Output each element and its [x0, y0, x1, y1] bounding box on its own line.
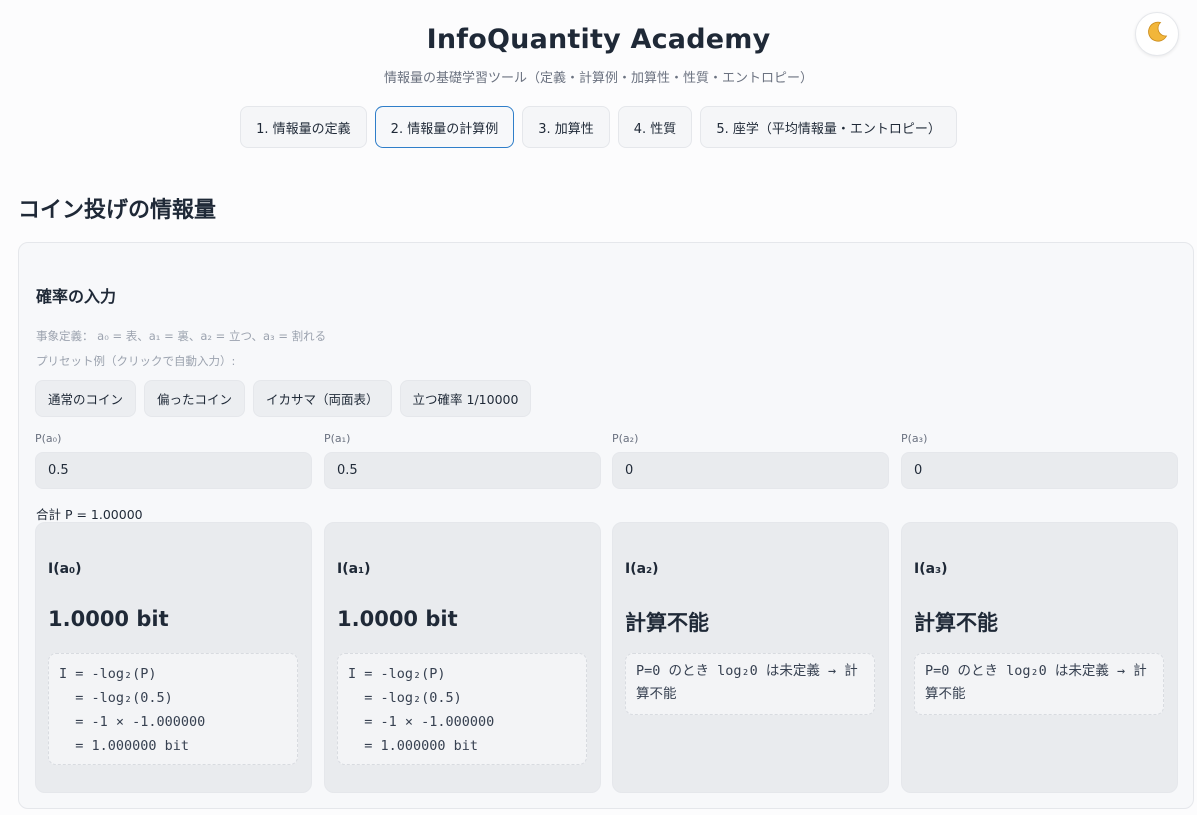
- probability-label-a2: P(a₂): [612, 432, 639, 445]
- section-title: コイン投げの情報量: [18, 198, 217, 223]
- tab-calculation-examples[interactable]: 2. 情報量の計算例: [374, 106, 515, 148]
- preset-list: 通常のコイン 偏ったコイン イカサマ（両面表） 立つ確率 1/10000: [35, 380, 532, 417]
- preset-stand-probability-button[interactable]: 立つ確率 1/10000: [399, 380, 532, 417]
- calculation-line: = -log₂(0.5): [348, 690, 462, 706]
- app-header: InfoQuantity Academy 情報量の基礎学習ツール（定義・計算例・…: [0, 0, 1197, 148]
- undefined-note: P=0 のとき log₂0 は未定義 → 計算不能: [914, 653, 1164, 715]
- preset-biased-coin-button[interactable]: 偏ったコイン: [144, 380, 246, 417]
- calculation-line: = 1.000000 bit: [59, 738, 190, 754]
- moon-icon: [1145, 20, 1169, 48]
- probability-input-a1[interactable]: 0.5: [324, 452, 601, 489]
- calculation-line: = -log₂(0.5): [59, 690, 173, 706]
- result-value: 1.0000 bit: [48, 607, 169, 631]
- tab-definition[interactable]: 1. 情報量の定義: [240, 106, 367, 148]
- result-value: 1.0000 bit: [337, 607, 458, 631]
- tab-entropy-lecture[interactable]: 5. 座学（平均情報量・エントロピー）: [700, 106, 957, 148]
- preset-trick-coin-button[interactable]: イカサマ（両面表）: [253, 380, 392, 417]
- tab-properties[interactable]: 4. 性質: [617, 106, 693, 148]
- preset-normal-coin-button[interactable]: 通常のコイン: [35, 380, 137, 417]
- result-label: I(a₀): [48, 561, 82, 577]
- app-root: InfoQuantity Academy 情報量の基礎学習ツール（定義・計算例・…: [0, 0, 1197, 815]
- result-label: I(a₁): [337, 561, 371, 577]
- probability-field-a2: P(a₂) 0: [612, 432, 889, 489]
- result-label: I(a₃): [914, 561, 948, 577]
- probability-label-a0: P(a₀): [35, 432, 62, 445]
- calculation-line: = -1 × -1.000000: [59, 714, 206, 730]
- calculation-steps: I = -log₂(P) = -log₂(0.5) = -1 × -1.0000…: [48, 653, 298, 765]
- event-definition: 事象定義： a₀ = 表、a₁ = 裏、a₂ = 立つ、a₃ = 割れる: [36, 329, 327, 343]
- result-label: I(a₂): [625, 561, 659, 577]
- note-text: P=0 のとき log₂0 は未定義 → 計算不能: [636, 663, 858, 702]
- probability-input-a3[interactable]: 0: [901, 452, 1178, 489]
- probability-label-a3: P(a₃): [901, 432, 928, 445]
- result-card-a2: I(a₂) 計算不能 P=0 のとき log₂0 は未定義 → 計算不能: [612, 522, 889, 793]
- undefined-note: P=0 のとき log₂0 は未定義 → 計算不能: [625, 653, 875, 715]
- probability-input-a0[interactable]: 0.5: [35, 452, 312, 489]
- result-card-a1: I(a₁) 1.0000 bit I = -log₂(P) = -log₂(0.…: [324, 522, 601, 793]
- probability-panel: 確率の入力 事象定義： a₀ = 表、a₁ = 裏、a₂ = 立つ、a₃ = 割…: [18, 242, 1194, 809]
- app-title: InfoQuantity Academy: [426, 24, 771, 55]
- result-card-a3: I(a₃) 計算不能 P=0 のとき log₂0 は未定義 → 計算不能: [901, 522, 1178, 793]
- calculation-line: = -1 × -1.000000: [348, 714, 495, 730]
- tab-additivity[interactable]: 3. 加算性: [522, 106, 610, 148]
- app-subtitle: 情報量の基礎学習ツール（定義・計算例・加算性・性質・エントロピー）: [383, 71, 813, 86]
- probability-sum: 合計 P = 1.00000: [36, 507, 143, 522]
- calculation-line: I = -log₂(P): [348, 666, 446, 682]
- calculation-line: = 1.000000 bit: [348, 738, 479, 754]
- tab-bar: 1. 情報量の定義 2. 情報量の計算例 3. 加算性 4. 性質 5. 座学（…: [0, 106, 1197, 148]
- calculation-line: I = -log₂(P): [59, 666, 157, 682]
- probability-field-a3: P(a₃) 0: [901, 432, 1178, 489]
- result-value: 計算不能: [625, 611, 709, 635]
- probability-field-a1: P(a₁) 0.5: [324, 432, 601, 489]
- theme-toggle-button[interactable]: [1135, 12, 1179, 56]
- calculation-steps: I = -log₂(P) = -log₂(0.5) = -1 × -1.0000…: [337, 653, 587, 765]
- preset-label: プリセット例（クリックで自動入力）:: [36, 354, 236, 368]
- note-text: P=0 のとき log₂0 は未定義 → 計算不能: [925, 663, 1147, 702]
- probability-label-a1: P(a₁): [324, 432, 351, 445]
- result-value: 計算不能: [914, 611, 998, 635]
- panel-title: 確率の入力: [36, 287, 117, 306]
- result-card-a0: I(a₀) 1.0000 bit I = -log₂(P) = -log₂(0.…: [35, 522, 312, 793]
- probability-field-a0: P(a₀) 0.5: [35, 432, 312, 489]
- probability-input-a2[interactable]: 0: [612, 452, 889, 489]
